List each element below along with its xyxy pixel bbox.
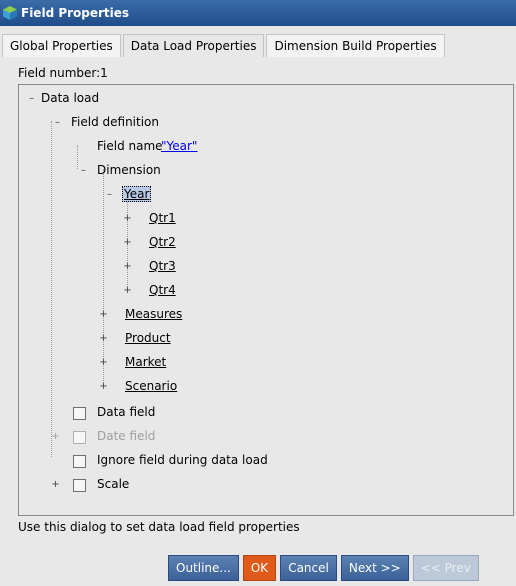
expand-icon[interactable]: +	[123, 262, 132, 272]
tab-data-load-properties[interactable]: Data Load Properties	[122, 34, 265, 57]
tree-guide	[103, 169, 104, 385]
field-name-link[interactable]: "Year"	[161, 139, 197, 153]
collapse-icon[interactable]: –	[105, 190, 114, 200]
tree-item-market[interactable]: Market	[125, 355, 166, 369]
dialog-hint: Use this dialog to set data load field p…	[18, 520, 300, 534]
tree-item-product[interactable]: Product	[125, 331, 171, 345]
tree-item-field-definition[interactable]: Field definition	[71, 115, 159, 129]
button-bar: Outline... OK Cancel Next >> << Prev	[168, 555, 483, 581]
tree-guide	[51, 121, 52, 457]
date-field-checkbox	[73, 431, 86, 444]
tree-item-qtr4[interactable]: Qtr4	[149, 283, 176, 297]
tab-global-properties[interactable]: Global Properties	[2, 34, 121, 57]
collapse-icon[interactable]: –	[79, 166, 88, 176]
tab-dimension-build-properties[interactable]: Dimension Build Properties	[266, 34, 445, 57]
date-field-label: Date field	[97, 429, 156, 443]
data-field-label: Data field	[97, 405, 156, 419]
next-button[interactable]: Next >>	[340, 555, 409, 581]
expand-icon[interactable]: +	[123, 214, 132, 224]
ignore-field-label: Ignore field during data load	[97, 453, 268, 467]
field-properties-dialog: Field Properties Global Properties Data …	[0, 0, 516, 586]
tree-item-measures[interactable]: Measures	[125, 307, 182, 321]
tree-guide	[77, 145, 78, 169]
cancel-button[interactable]: Cancel	[280, 555, 337, 581]
tree-item-qtr3[interactable]: Qtr3	[149, 259, 176, 273]
expand-icon[interactable]: +	[99, 358, 108, 368]
tree-item-qtr2[interactable]: Qtr2	[149, 235, 176, 249]
cube-icon	[2, 5, 18, 21]
data-field-checkbox[interactable]	[73, 407, 86, 420]
tree-item-qtr1[interactable]: Qtr1	[149, 211, 176, 225]
tree-item-data-load[interactable]: Data load	[41, 91, 99, 105]
expand-icon[interactable]: +	[123, 286, 132, 296]
properties-tree[interactable]: – Data load – Field definition Field nam…	[18, 84, 514, 516]
field-name-label: Field name	[97, 139, 163, 153]
expand-icon: +	[51, 431, 60, 442]
expand-icon[interactable]: +	[51, 480, 60, 490]
tree-item-scenario[interactable]: Scenario	[125, 379, 177, 393]
collapse-icon[interactable]: –	[53, 118, 62, 128]
expand-icon[interactable]: +	[99, 334, 108, 344]
prev-button: << Prev	[412, 555, 479, 581]
scale-checkbox[interactable]	[73, 479, 86, 492]
expand-icon[interactable]: +	[123, 238, 132, 248]
expand-icon[interactable]: +	[99, 310, 108, 320]
tree-item-dimension[interactable]: Dimension	[97, 163, 161, 177]
ok-button[interactable]: OK	[242, 555, 277, 581]
ignore-field-checkbox[interactable]	[73, 455, 86, 468]
tree-item-year[interactable]: Year	[122, 186, 152, 202]
tab-bar: Global Properties Data Load Properties D…	[2, 34, 447, 58]
outline-button[interactable]: Outline...	[168, 555, 239, 581]
expand-icon[interactable]: +	[99, 382, 108, 392]
collapse-icon[interactable]: –	[27, 94, 36, 104]
window-title: Field Properties	[21, 6, 130, 20]
title-bar: Field Properties	[0, 0, 516, 26]
scale-label: Scale	[97, 477, 130, 491]
field-number-label: Field number:1	[18, 66, 108, 80]
